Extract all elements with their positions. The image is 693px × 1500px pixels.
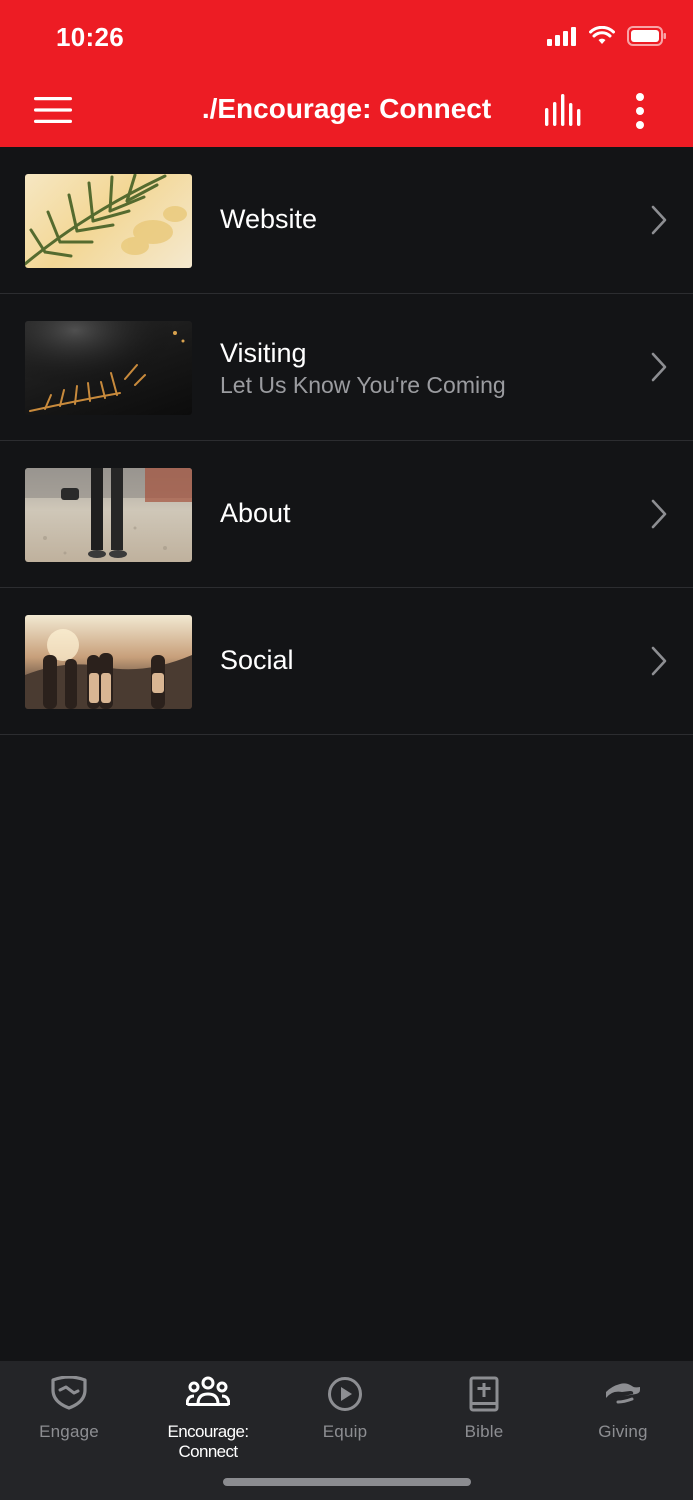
- chevron-right-icon: [651, 646, 667, 676]
- chevron-right-icon: [651, 205, 667, 235]
- app-header: 10:26 ./Encourage: Connect: [0, 0, 693, 147]
- list-item-title: Social: [220, 645, 294, 675]
- play-circle-icon: [328, 1377, 362, 1411]
- people-group-icon: [186, 1376, 230, 1406]
- page-title: ./Encourage: Connect: [201, 93, 492, 124]
- tab-bible[interactable]: Bible: [415, 1361, 553, 1461]
- tab-label: Bible: [464, 1422, 504, 1441]
- handshake-shield-icon: [51, 1376, 87, 1410]
- social-thumbnail: [25, 615, 192, 709]
- giving-hand-icon: [606, 1383, 640, 1404]
- tab-engage[interactable]: Engage: [0, 1361, 138, 1461]
- list-item-about[interactable]: About: [0, 441, 693, 588]
- battery-icon: [627, 26, 666, 46]
- screen: 10:26 ./Encourage: Connect Website Visit…: [0, 0, 693, 1500]
- audio-button[interactable]: [543, 94, 589, 130]
- list-item-title: Website: [220, 204, 318, 234]
- list-item-visiting[interactable]: Visiting Let Us Know You're Coming: [0, 294, 693, 441]
- tab-label: Encourage: Connect: [167, 1422, 250, 1461]
- status-time: 10:26: [56, 22, 124, 52]
- status-icons: [547, 26, 667, 46]
- wifi-icon: [589, 26, 615, 44]
- connect-list: Website Visiting Let Us Know You're Comi…: [0, 147, 693, 735]
- list-item-subtitle: Let Us Know You're Coming: [220, 372, 506, 398]
- tab-giving[interactable]: Giving: [554, 1361, 692, 1461]
- tab-equip[interactable]: Equip: [276, 1361, 414, 1461]
- signal-icon: [547, 27, 576, 46]
- tab-label: Equip: [322, 1422, 368, 1441]
- vertical-ellipsis-icon: [636, 93, 644, 129]
- list-item-title: About: [220, 498, 291, 528]
- chevron-right-icon: [651, 499, 667, 529]
- tab-encourage-connect[interactable]: Encourage: Connect: [139, 1361, 277, 1461]
- visiting-thumbnail: [25, 321, 192, 415]
- more-options-button[interactable]: [625, 90, 655, 132]
- list-item-website[interactable]: Website: [0, 147, 693, 294]
- tab-label: Giving: [598, 1422, 648, 1441]
- home-indicator: [223, 1478, 471, 1486]
- bible-icon: [469, 1376, 499, 1412]
- tab-label: Engage: [39, 1422, 99, 1441]
- about-thumbnail: [25, 468, 192, 562]
- chevron-right-icon: [651, 352, 667, 382]
- website-thumbnail: [25, 174, 192, 268]
- list-item-title: Visiting: [220, 338, 307, 368]
- audio-bars-icon: [545, 94, 581, 126]
- list-item-social[interactable]: Social: [0, 588, 693, 735]
